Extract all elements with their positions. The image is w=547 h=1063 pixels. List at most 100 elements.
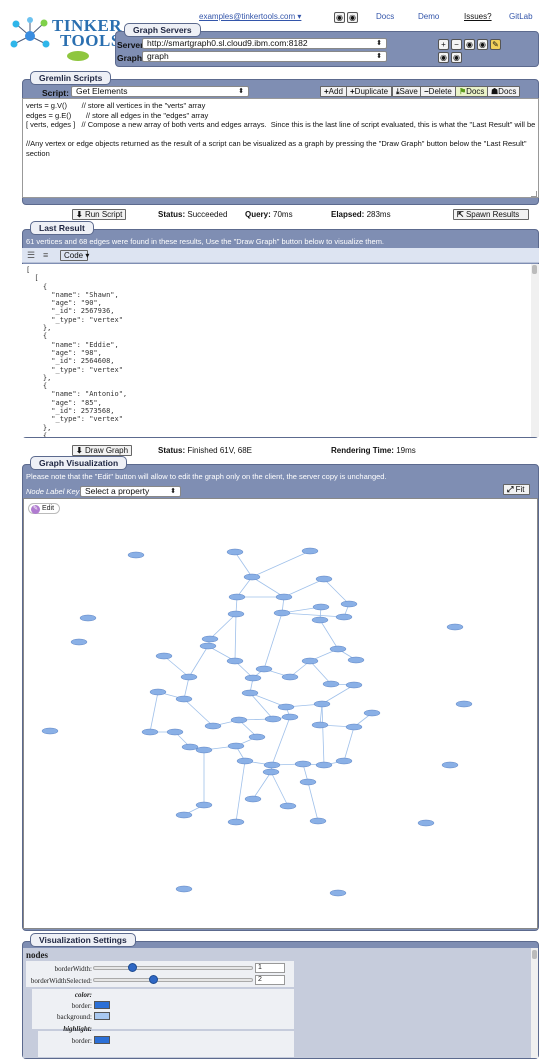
graph-node[interactable] bbox=[244, 674, 262, 682]
graph-node[interactable] bbox=[277, 703, 295, 711]
graph-node[interactable] bbox=[279, 802, 297, 810]
graph-node[interactable] bbox=[127, 551, 145, 559]
tinkerpop-docs-button[interactable]: ⚑Docs bbox=[455, 86, 489, 97]
graph-edge[interactable] bbox=[321, 684, 355, 705]
graph-node[interactable] bbox=[141, 728, 159, 736]
result-scroll-thumb[interactable] bbox=[532, 265, 537, 274]
graph-edge[interactable] bbox=[343, 726, 355, 762]
graph-node[interactable] bbox=[149, 688, 167, 696]
graph-node[interactable] bbox=[180, 673, 198, 681]
graph-node[interactable] bbox=[281, 673, 299, 681]
border-width-slider-knob[interactable] bbox=[128, 963, 137, 972]
github-icon[interactable]: ◉ bbox=[334, 12, 345, 23]
gremlin-docs-button[interactable]: ☗Docs bbox=[487, 86, 521, 97]
graph-node[interactable] bbox=[335, 613, 353, 621]
border-color-swatch[interactable] bbox=[94, 1001, 110, 1009]
graph-node[interactable] bbox=[363, 709, 381, 717]
settings-scroll-thumb[interactable] bbox=[532, 950, 537, 959]
graph-node[interactable] bbox=[204, 722, 222, 730]
graph-node[interactable] bbox=[195, 801, 213, 809]
graph-edge[interactable] bbox=[263, 612, 283, 670]
issues-link[interactable]: Issues? bbox=[464, 12, 492, 21]
draw-graph-button[interactable]: ⬇ Draw Graph bbox=[72, 445, 132, 456]
border-width-selected-input[interactable]: 2 bbox=[255, 975, 285, 985]
graph-node[interactable] bbox=[262, 768, 280, 776]
graph-node[interactable] bbox=[446, 623, 464, 631]
fit-button[interactable]: ⤢ Fit bbox=[503, 484, 530, 495]
graph-node[interactable] bbox=[175, 885, 193, 893]
run-script-button[interactable]: ⬇ Run Script bbox=[72, 209, 126, 220]
add-script-button[interactable]: +Add bbox=[320, 86, 347, 97]
graph-node[interactable] bbox=[241, 689, 259, 697]
graph-edge[interactable] bbox=[249, 692, 274, 720]
github-icon-2[interactable]: ◉ bbox=[347, 12, 358, 23]
graph-node[interactable] bbox=[315, 761, 333, 769]
graph-node[interactable] bbox=[175, 811, 193, 819]
add-server-icon[interactable]: + bbox=[438, 39, 449, 50]
graph-select[interactable]: graph ⬍ bbox=[142, 51, 387, 62]
border-width-slider[interactable] bbox=[93, 966, 253, 970]
graph-node[interactable] bbox=[309, 817, 327, 825]
duplicate-script-button[interactable]: +Duplicate bbox=[346, 86, 393, 97]
graph-node[interactable] bbox=[199, 642, 217, 650]
graph-node[interactable] bbox=[181, 743, 199, 751]
graph-edge[interactable] bbox=[188, 645, 209, 678]
graph-node[interactable] bbox=[322, 680, 340, 688]
demo-link[interactable]: Demo bbox=[418, 12, 439, 21]
graph-node[interactable] bbox=[264, 715, 282, 723]
graph-edge[interactable] bbox=[149, 691, 159, 733]
border-width-selected-slider[interactable] bbox=[93, 978, 253, 982]
graph-edge[interactable] bbox=[234, 551, 253, 578]
graph-node[interactable] bbox=[236, 757, 254, 765]
graph-node[interactable] bbox=[335, 757, 353, 765]
graph-node[interactable] bbox=[340, 600, 358, 608]
graph-node[interactable] bbox=[329, 889, 347, 897]
graph-edge[interactable] bbox=[235, 760, 246, 823]
graph-node[interactable] bbox=[255, 665, 273, 673]
graph-node[interactable] bbox=[345, 723, 363, 731]
graph-node[interactable] bbox=[455, 700, 473, 708]
docs-link[interactable]: Docs bbox=[376, 12, 394, 21]
graph-edge[interactable] bbox=[251, 550, 311, 578]
graph-node[interactable] bbox=[155, 652, 173, 660]
graph-node[interactable] bbox=[263, 761, 281, 769]
graph-node[interactable] bbox=[79, 614, 97, 622]
result-scrollbar[interactable] bbox=[531, 264, 539, 437]
github-icon-6[interactable]: ◉ bbox=[451, 52, 462, 63]
graph-edge[interactable] bbox=[283, 578, 325, 598]
graph-node[interactable] bbox=[195, 746, 213, 754]
save-script-button[interactable]: ⤓Save bbox=[392, 86, 422, 97]
graph-edge[interactable] bbox=[281, 612, 345, 618]
delete-script-button[interactable]: −Delete bbox=[420, 86, 456, 97]
graph-edge[interactable] bbox=[252, 771, 272, 800]
graph-edge[interactable] bbox=[251, 576, 285, 598]
graph-svg[interactable] bbox=[24, 499, 538, 929]
graph-node[interactable] bbox=[227, 818, 245, 826]
graph-edge[interactable] bbox=[234, 613, 237, 662]
graph-node[interactable] bbox=[226, 548, 244, 556]
graph-edge[interactable] bbox=[163, 655, 190, 678]
graph-node[interactable] bbox=[230, 716, 248, 724]
graph-node[interactable] bbox=[273, 609, 291, 617]
graph-node[interactable] bbox=[201, 635, 219, 643]
resize-handle[interactable] bbox=[531, 191, 537, 197]
graph-node[interactable] bbox=[329, 645, 347, 653]
graph-edge[interactable] bbox=[270, 771, 289, 807]
remove-server-icon[interactable]: − bbox=[451, 39, 462, 50]
result-json[interactable]: [ [ { "name": "Shawn", "age": "90", "_id… bbox=[22, 264, 531, 437]
code-mode-select[interactable]: Code ▾ bbox=[60, 250, 89, 261]
compact-icon[interactable]: ≡ bbox=[43, 250, 48, 260]
graph-node[interactable] bbox=[311, 616, 329, 624]
graph-node[interactable] bbox=[166, 728, 184, 736]
graph-node[interactable] bbox=[299, 778, 317, 786]
script-editor[interactable]: verts = g.V() // store all vertices in t… bbox=[22, 98, 539, 198]
border-width-input[interactable]: 1 bbox=[255, 963, 285, 973]
border-width-selected-slider-knob[interactable] bbox=[148, 975, 158, 984]
graph-node[interactable] bbox=[41, 727, 59, 735]
settings-scrollbar[interactable] bbox=[531, 948, 538, 1058]
graph-node[interactable] bbox=[227, 610, 245, 618]
script-select[interactable]: Get Elements ⬍ bbox=[71, 86, 249, 97]
graph-node[interactable] bbox=[345, 681, 363, 689]
graph-node[interactable] bbox=[243, 573, 261, 581]
graph-node[interactable] bbox=[301, 547, 319, 555]
